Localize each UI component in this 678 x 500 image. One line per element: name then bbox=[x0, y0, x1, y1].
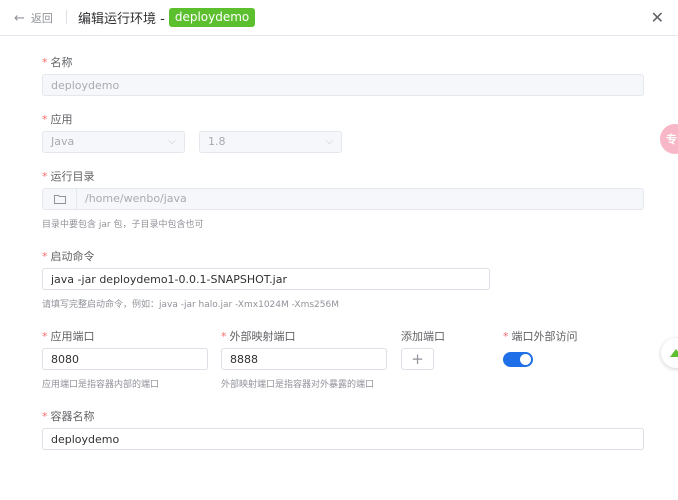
chevron-down-icon: ⌵ bbox=[168, 136, 176, 147]
version-select-value: 1.8 bbox=[208, 135, 226, 148]
floating-assistant-text: 专 bbox=[666, 133, 677, 146]
floating-assistant-button[interactable]: 专 bbox=[660, 124, 678, 154]
add-port-label: 添加端口 bbox=[401, 330, 445, 343]
ext-port-hint: 外部映射端口是指容器对外暴露的端口 bbox=[221, 380, 375, 390]
plus-icon: + bbox=[411, 350, 424, 368]
required-mark: * bbox=[42, 170, 48, 183]
container-name-label: * 容器名称 bbox=[42, 410, 95, 423]
required-mark: * bbox=[42, 250, 48, 263]
back-button[interactable]: ← 返回 bbox=[14, 10, 53, 26]
required-mark: * bbox=[42, 330, 48, 343]
ext-access-toggle[interactable] bbox=[503, 352, 533, 367]
run-dir-input[interactable]: /home/wenbo/java bbox=[42, 188, 644, 210]
ext-port-label: * 外部映射端口 bbox=[221, 330, 296, 343]
name-label: * 名称 bbox=[42, 56, 73, 69]
required-mark: * bbox=[42, 410, 48, 423]
header-bar: ← 返回 编辑运行环境 - deploydemo ✕ bbox=[0, 0, 678, 36]
app-name-tag: deploydemo bbox=[168, 8, 256, 27]
logo-icon bbox=[670, 349, 678, 357]
floating-logo-button[interactable] bbox=[661, 338, 678, 368]
language-select-value: Java bbox=[51, 135, 75, 148]
add-port-button[interactable]: + bbox=[401, 348, 434, 370]
app-port-hint: 应用端口是指容器内部的端口 bbox=[42, 380, 160, 390]
start-cmd-input[interactable] bbox=[42, 268, 490, 290]
version-select[interactable]: 1.8 ⌵ bbox=[199, 131, 342, 153]
arrow-left-icon: ← bbox=[14, 10, 25, 26]
required-mark: * bbox=[42, 113, 48, 126]
run-dir-value: /home/wenbo/java bbox=[85, 192, 187, 205]
run-dir-label: * 运行目录 bbox=[42, 170, 95, 183]
back-label: 返回 bbox=[30, 12, 53, 25]
ext-port-input[interactable] bbox=[221, 348, 387, 370]
header-divider bbox=[66, 10, 67, 24]
start-cmd-hint: 请填写完整启动命令，例如：java -jar halo.jar -Xmx1024… bbox=[42, 300, 340, 310]
app-port-input[interactable] bbox=[42, 348, 208, 370]
container-name-input[interactable] bbox=[42, 428, 644, 450]
ext-access-label: * 端口外部访问 bbox=[503, 330, 578, 343]
required-mark: * bbox=[42, 56, 48, 69]
required-mark: * bbox=[503, 330, 509, 343]
language-select[interactable]: Java ⌵ bbox=[42, 131, 185, 153]
required-mark: * bbox=[221, 330, 227, 343]
chevron-down-icon: ⌵ bbox=[325, 136, 333, 147]
close-icon[interactable]: ✕ bbox=[651, 8, 664, 27]
name-input[interactable] bbox=[42, 74, 644, 96]
run-dir-hint: 目录中要包含 jar 包，子目录中包含也可 bbox=[42, 220, 204, 230]
page-title-text: 编辑运行环境 - bbox=[78, 12, 165, 27]
app-label: * 应用 bbox=[42, 113, 73, 126]
page-title: 编辑运行环境 - deploydemo bbox=[78, 8, 256, 27]
toggle-knob bbox=[520, 354, 531, 365]
folder-icon[interactable] bbox=[43, 189, 77, 209]
start-cmd-label: * 启动命令 bbox=[42, 250, 95, 263]
app-port-label: * 应用端口 bbox=[42, 330, 95, 343]
